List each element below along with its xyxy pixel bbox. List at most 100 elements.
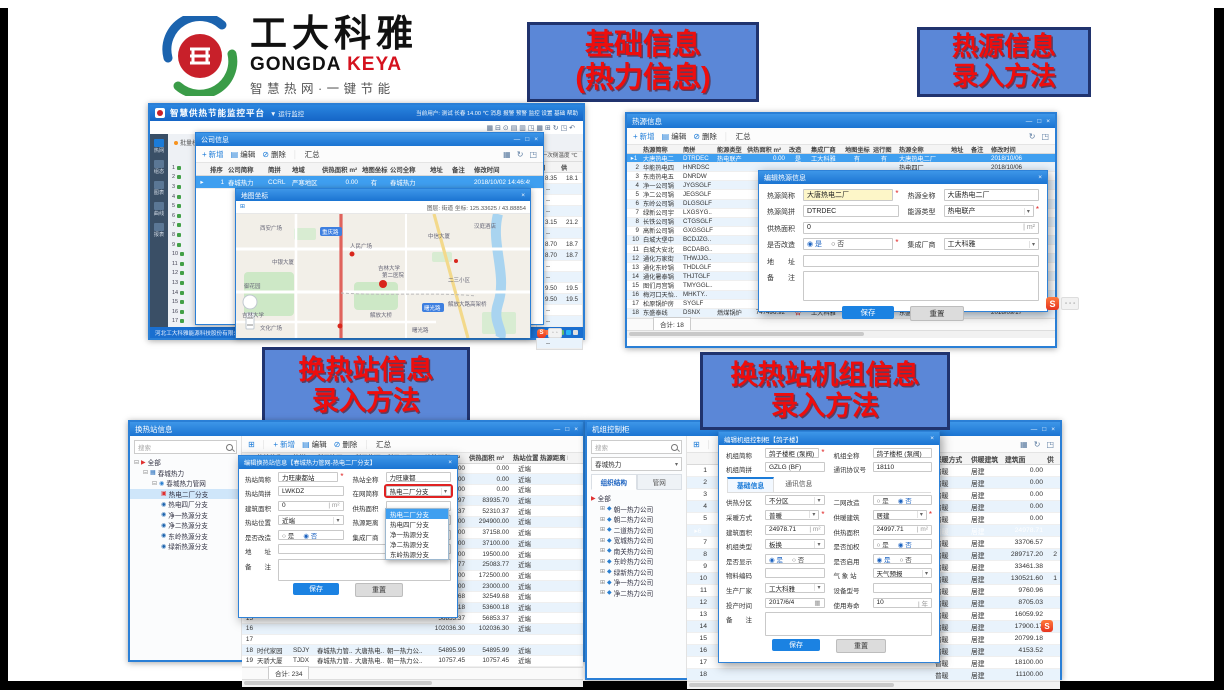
station-full-name-input[interactable]: 力旺康都: [386, 472, 452, 482]
dropdown-option[interactable]: 热电二厂分支: [386, 509, 448, 519]
close-icon[interactable]: ×: [448, 459, 452, 466]
protocol-number-input[interactable]: 18110: [873, 462, 933, 472]
tree-item[interactable]: ⊞◆南关热力公司: [587, 546, 686, 557]
branch-dropdown-list[interactable]: 热电二厂分支热电四厂分支净一热源分支净二热源分支东岭热源分支: [385, 508, 449, 560]
retrofit-radio[interactable]: ○ 是◉ 否: [278, 530, 344, 540]
expand-icon[interactable]: ⊞: [600, 558, 605, 565]
refresh-icon[interactable]: ↻: [517, 150, 524, 159]
radio-option[interactable]: ◉ 是: [807, 239, 822, 249]
table-row[interactable]: 18时代家园SDJY春城热力管..大唐热电..朝一热力公..54895.9954…: [242, 645, 583, 656]
dropdown-option[interactable]: 东岭热源分支: [386, 549, 448, 559]
unit-type-select[interactable]: 板换▾: [765, 539, 825, 549]
horizontal-scrollbar[interactable]: [687, 681, 1060, 689]
radio-option[interactable]: ◉ 是: [877, 554, 891, 564]
search-input[interactable]: 搜索: [591, 440, 682, 454]
maximize-icon[interactable]: □: [525, 136, 529, 143]
menu-run-monitor[interactable]: ▼ 运行监控: [270, 108, 304, 118]
sidebar-item-1[interactable]: 组态: [154, 160, 164, 175]
heating-mode-select[interactable]: 普暖▾: [765, 510, 819, 520]
tab-basic-info[interactable]: 基础信息: [727, 477, 774, 492]
remark-textarea[interactable]: [803, 271, 1039, 301]
edit-button[interactable]: 编辑: [240, 149, 255, 160]
minimize-icon[interactable]: —: [1026, 118, 1033, 125]
edit-button[interactable]: 编辑: [671, 131, 686, 142]
enabled-radio[interactable]: ◉ 是○ 否: [873, 554, 933, 564]
tree-item[interactable]: ⊞◆宽城热力公司: [587, 535, 686, 546]
energy-type-select[interactable]: 热电联产▾: [944, 205, 1034, 217]
weather-station-select[interactable]: 天气预报▾: [873, 568, 933, 578]
heating-area-input[interactable]: 0| m²: [803, 222, 1039, 234]
radio-option[interactable]: ○ 是: [877, 495, 889, 505]
close-icon[interactable]: ×: [1038, 174, 1042, 181]
summary-button[interactable]: 汇总: [736, 131, 751, 142]
minimize-icon[interactable]: —: [1031, 426, 1038, 433]
maximize-icon[interactable]: □: [1042, 426, 1046, 433]
building-type-select[interactable]: 居建▾: [873, 510, 927, 520]
tree-item[interactable]: ⊞◆朝二热力公司: [587, 514, 686, 525]
chevron-down-icon[interactable]: ▾: [814, 497, 820, 504]
reset-button[interactable]: 重置: [355, 583, 403, 597]
dropdown-option[interactable]: 净一热源分支: [386, 529, 448, 539]
sogou-ime-indicator[interactable]: S ▫▫: [537, 328, 562, 338]
table-row[interactable]: 16102036.30102036.30近端: [242, 624, 583, 635]
source-full-name-input[interactable]: 大唐热电二厂: [944, 189, 1040, 201]
grid-icon[interactable]: ⊞: [693, 440, 700, 449]
retrofit-radio[interactable]: ◉ 是 ○ 否: [803, 238, 893, 250]
add-button[interactable]: 新增: [209, 149, 224, 160]
chevron-down-icon[interactable]: ▾: [1029, 241, 1035, 248]
radio-option[interactable]: ○ 否: [831, 239, 844, 249]
grid-icon[interactable]: ⊞: [240, 204, 245, 210]
remark-textarea[interactable]: [278, 559, 451, 581]
save-button[interactable]: 保存: [772, 639, 820, 651]
source-short-name-input[interactable]: 大唐热电二厂: [803, 189, 893, 201]
sidebar-item-4[interactable]: 报表: [154, 223, 164, 238]
close-icon[interactable]: ×: [521, 192, 525, 199]
tree-item[interactable]: ⊟◉春城热力管网: [130, 478, 241, 489]
zone-select[interactable]: 不分区▾: [765, 495, 825, 505]
chevron-down-icon[interactable]: ▾: [441, 488, 447, 495]
add-button[interactable]: 新增: [640, 131, 655, 142]
maximize-icon[interactable]: □: [1037, 118, 1041, 125]
building-area-input[interactable]: 0| m²: [278, 501, 344, 511]
expand-icon[interactable]: ⊟: [152, 480, 157, 487]
company-select[interactable]: 春城热力▾: [591, 457, 682, 471]
lifespan-input[interactable]: 10| 年: [873, 598, 933, 608]
chevron-down-icon[interactable]: ▾: [809, 511, 815, 518]
table-row[interactable]: --: [537, 338, 582, 349]
scrollbar-thumb[interactable]: [629, 332, 864, 336]
remark-textarea[interactable]: [765, 612, 932, 636]
radio-option[interactable]: ◉ 否: [898, 539, 912, 549]
source-pinyin-input[interactable]: DTRDEC: [803, 205, 899, 217]
dropdown-option[interactable]: 净二热源分支: [386, 539, 448, 549]
tree-item[interactable]: ⊞◆绿新热力公司: [587, 567, 686, 578]
tab-pipe-network[interactable]: 管网: [637, 474, 683, 490]
radio-option[interactable]: ○ 否: [792, 554, 804, 564]
city-map[interactable]: 重庆路曙光路西安广场人民广场中信大厦中银大厦吉林大学第二医院二三小区汉庭酒店御花…: [236, 214, 530, 338]
radio-option[interactable]: ○ 是: [877, 539, 889, 549]
table-row[interactable]: 17: [242, 635, 583, 646]
position-select[interactable]: 近端▾: [278, 515, 344, 525]
save-button[interactable]: 保存: [842, 306, 894, 319]
tab-org-structure[interactable]: 组织结构: [591, 474, 637, 490]
maximize-icon[interactable]: □: [565, 426, 569, 433]
calendar-icon[interactable]: ▦: [814, 599, 820, 607]
reset-button[interactable]: 重置: [836, 639, 886, 653]
table-row[interactable]: 19天骄大厦TJDX春城热力管..大唐热电..朝一热力公..10757.4510…: [242, 656, 583, 667]
tree-item[interactable]: ◉东岭热源分支: [130, 531, 241, 542]
vendor-select[interactable]: 工大科雅▾: [944, 238, 1040, 250]
tree-item[interactable]: ⊟▦春城热力: [130, 468, 241, 479]
expand-icon[interactable]: ⊞: [600, 505, 605, 512]
expand-icon[interactable]: ⊞: [600, 526, 605, 533]
edit-button[interactable]: 编辑: [312, 439, 327, 450]
tree-item[interactable]: ◉净二热源分支: [130, 520, 241, 531]
grid-icon[interactable]: ▦: [503, 150, 511, 159]
refresh-icon[interactable]: ↻: [1029, 132, 1036, 141]
tab-comm-info[interactable]: 通讯信息: [776, 477, 821, 492]
sidebar-item-0[interactable]: 热网: [154, 139, 164, 154]
address-input[interactable]: [803, 255, 1039, 267]
scrollbar-thumb[interactable]: [689, 683, 894, 687]
close-icon[interactable]: ×: [930, 435, 934, 442]
sogou-ime-indicator[interactable]: S: [1041, 620, 1053, 632]
radio-option[interactable]: ◉ 否: [898, 495, 912, 505]
weighted-radio[interactable]: ○ 是 ◉ 否: [873, 539, 933, 549]
